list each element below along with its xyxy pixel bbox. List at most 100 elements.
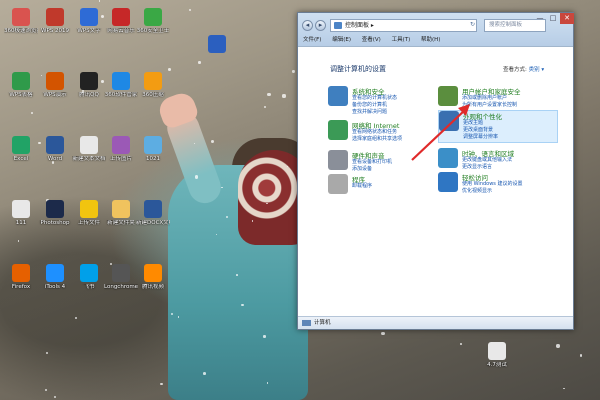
category-system[interactable]: 系统和安全 查看您的计算机状态 备份您的计算机 查找并解决问题 (328, 86, 448, 119)
menu-tools[interactable]: 工具(T) (392, 37, 411, 43)
desktop-icon[interactable]: 360极速浏览器 (4, 8, 38, 35)
back-button[interactable]: ◂ (302, 20, 313, 31)
accounts-icon (438, 86, 458, 106)
category-link[interactable]: 更改桌面背景 (463, 127, 498, 134)
menu-file[interactable]: 文件(F) (303, 37, 321, 43)
snowflake (221, 186, 223, 188)
category-link[interactable]: 为所有用户设置家长控制 (462, 102, 517, 109)
desktop-icon[interactable]: 新建DOCX文档 (136, 200, 170, 227)
category-link[interactable]: 更改主题 (463, 120, 498, 127)
refresh-icon[interactable]: ↻ (470, 21, 475, 28)
app-icon (112, 72, 130, 90)
desktop-icon[interactable]: 新建文本文档 (72, 136, 106, 163)
category-network[interactable]: 网络和 Internet 查看网络状态和任务 选择家庭组和共享选项 (328, 120, 448, 146)
desktop-icon[interactable]: 上传图片 (104, 136, 138, 163)
desktop-icon[interactable]: WPS演示 (38, 72, 72, 99)
category-link[interactable]: 查找并解决问题 (352, 109, 397, 116)
category-link[interactable]: 使用 Windows 建议的设置 (462, 181, 523, 188)
desktop-icon[interactable]: 上传文件 (72, 200, 106, 227)
category-hardware[interactable]: 硬件和声音 查看设备和打印机 添加设备 (328, 150, 448, 176)
address-bar[interactable]: 控制面板 ▸ (330, 19, 477, 32)
view-by-label: 查看方式: (503, 67, 527, 73)
desktop-icon[interactable]: Word (38, 136, 72, 163)
desktop-icon[interactable]: 腾讯视频 (136, 264, 170, 291)
desktop-icon-label: 新建DOCX文档 (136, 220, 170, 226)
desktop-icon-misc[interactable]: 4.7测试 (480, 342, 514, 369)
app-icon (12, 200, 30, 218)
minimize-button[interactable]: — (534, 13, 546, 24)
desktop-icon-label: 上传图片 (109, 156, 132, 162)
desktop-icon-label: WPS演示 (43, 92, 67, 98)
snowflake (459, 343, 462, 346)
category-link[interactable]: 卸载程序 (352, 183, 372, 190)
desktop-icon[interactable]: 网易云音乐 (104, 8, 138, 35)
desktop-icon[interactable]: Photoshop (38, 200, 72, 227)
desktop-icon[interactable]: 1021 (136, 136, 170, 163)
desktop-icon[interactable]: 360压缩 (136, 72, 170, 99)
category-appearance[interactable]: 外观和个性化 更改主题 更改桌面背景 调整屏幕分辨率 (438, 110, 558, 143)
desktop-icon-label: 上传文件 (77, 220, 100, 226)
snowflake (202, 372, 206, 375)
category-link[interactable]: 选择家庭组和共享选项 (352, 136, 402, 143)
snowflake (267, 93, 271, 97)
menu-view[interactable]: 查看(V) (362, 37, 381, 43)
app-icon (80, 264, 98, 282)
category-link[interactable]: 查看您的计算机状态 (352, 95, 397, 102)
desktop-icon[interactable]: 360安全卫士 (136, 8, 170, 35)
category-clock[interactable]: 时钟、语言和区域 更改键盘或其他输入法 更改显示语言 (438, 148, 558, 174)
snowflake (170, 312, 173, 315)
category-link[interactable]: 调整屏幕分辨率 (463, 134, 498, 141)
menu-edit[interactable]: 编辑(E) (332, 37, 351, 43)
desktop-icon-label: 111 (15, 220, 27, 226)
desktop-icon[interactable]: 新建文件夹 (104, 200, 138, 227)
desktop-icon-folder[interactable] (200, 35, 234, 53)
snowflake (381, 331, 385, 336)
programs-icon (328, 174, 348, 194)
maximize-button[interactable]: □ (547, 13, 559, 24)
category-link[interactable]: 备份您的计算机 (352, 102, 397, 109)
menu-help[interactable]: 帮助(H) (421, 37, 440, 43)
category-ease[interactable]: 轻松访问 使用 Windows 建议的设置 优化视频显示 (438, 172, 558, 198)
category-links: 卸载程序 (352, 183, 372, 190)
category-link[interactable]: 查看设备和打印机 (352, 159, 392, 166)
app-icon (144, 264, 162, 282)
app-icon (80, 72, 98, 90)
desktop-icon-label: Firefox (11, 284, 31, 290)
category-accounts[interactable]: 用户帐户和家庭安全 添加或删除用户帐户 为所有用户设置家长控制 (438, 86, 558, 112)
category-link[interactable]: 添加或删除用户帐户 (462, 95, 517, 102)
page-title: 调整计算机的设置 (330, 65, 386, 73)
desktop-icon[interactable]: 111 (4, 200, 38, 227)
desktop-icon[interactable]: 飞书 (72, 264, 106, 291)
snowflake (263, 105, 266, 108)
desktop-icon[interactable]: Longchromew (104, 264, 138, 291)
close-button[interactable]: ✕ (560, 13, 574, 24)
snowflake (188, 8, 192, 11)
view-by-select[interactable]: 类别 ▾ (529, 67, 545, 73)
desktop-icon[interactable]: 360软件管家 (104, 72, 138, 99)
category-link[interactable]: 查看网络状态和任务 (352, 129, 402, 136)
snowflake (282, 94, 286, 98)
app-icon (80, 200, 98, 218)
snowflake (265, 202, 268, 205)
app-icon (46, 200, 64, 218)
category-link[interactable]: 优化视频显示 (462, 188, 523, 195)
snowflake (241, 303, 244, 307)
category-programs[interactable]: 程序 卸载程序 (328, 174, 448, 194)
category-link[interactable]: 更改键盘或其他输入法 (462, 157, 512, 164)
desktop-icon[interactable]: WPS文字 (72, 8, 106, 35)
category-link[interactable]: 添加设备 (352, 166, 392, 173)
category-link[interactable]: 更改显示语言 (462, 164, 512, 171)
snowflake (580, 354, 583, 357)
system-icon (328, 86, 348, 106)
snowflake (251, 220, 253, 222)
desktop-icon[interactable]: WPS 2019 (38, 8, 72, 35)
snowflake (263, 335, 266, 338)
desktop-icon[interactable]: iTools 4 (38, 264, 72, 291)
desktop-icon[interactable]: Excel (4, 136, 38, 163)
desktop-icon[interactable]: 腾讯QQ (72, 72, 106, 99)
desktop-icon[interactable]: WPS表格 (4, 72, 38, 99)
forward-button[interactable]: ▸ (315, 20, 326, 31)
snowflake (236, 274, 238, 276)
desktop-icon-label: Excel (13, 156, 29, 162)
desktop-icon[interactable]: Firefox (4, 264, 38, 291)
